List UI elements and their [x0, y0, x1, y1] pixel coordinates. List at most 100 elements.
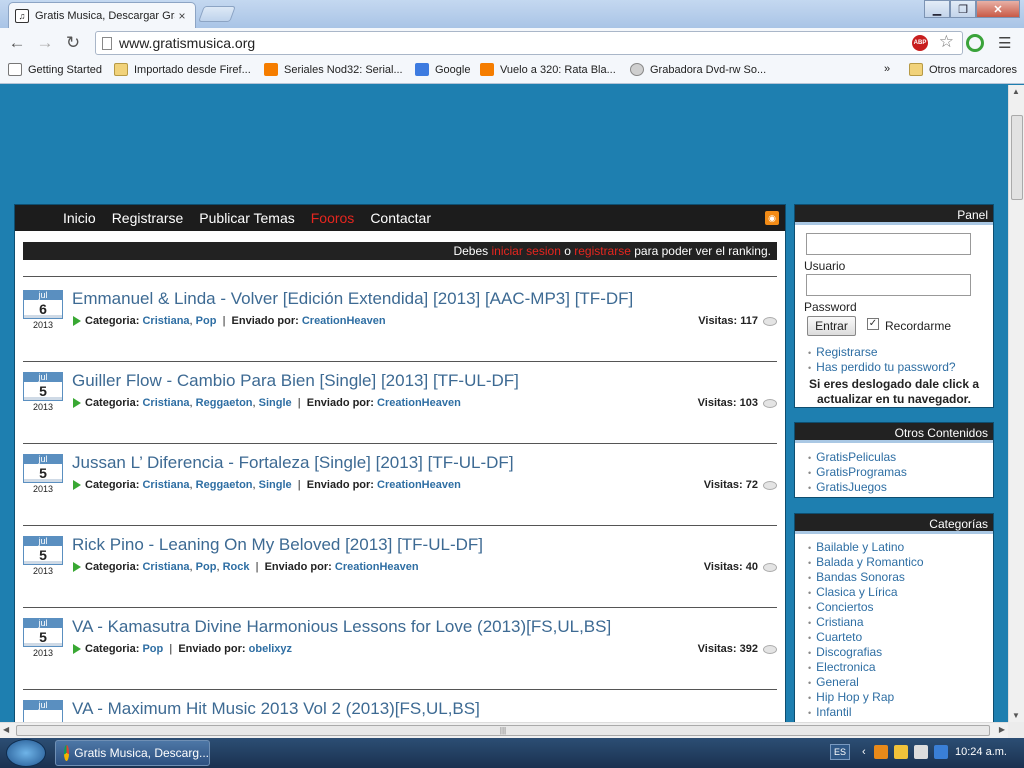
- category-link[interactable]: Pop: [142, 643, 163, 655]
- bookmark-item[interactable]: Seriales Nod32: Serial...: [264, 63, 403, 76]
- menu-icon[interactable]: ☰: [998, 34, 1011, 52]
- username-input[interactable]: [806, 233, 971, 255]
- scroll-left-icon[interactable]: ◀: [3, 725, 9, 734]
- login-button[interactable]: Entrar: [807, 316, 856, 336]
- scroll-thumb[interactable]: [1011, 115, 1023, 200]
- post-title[interactable]: VA - Maximum Hit Music 2013 Vol 2 (2013)…: [72, 699, 480, 719]
- new-tab-button[interactable]: [198, 6, 236, 22]
- visits-value: 72: [745, 479, 758, 491]
- forward-button[interactable]: →: [31, 29, 59, 57]
- nav-fooros[interactable]: Fooros: [311, 210, 355, 226]
- scroll-up-icon[interactable]: ▲: [1012, 87, 1020, 96]
- category-link[interactable]: Single: [259, 479, 292, 491]
- bookmark-item[interactable]: Vuelo a 320: Rata Bla...: [480, 63, 616, 76]
- category-link[interactable]: Single: [259, 397, 292, 409]
- post-title[interactable]: Guiller Flow - Cambio Para Bien [Single]…: [72, 371, 519, 391]
- bookmarks-overflow-button[interactable]: »: [884, 63, 890, 75]
- category-list-item[interactable]: Clasica y Lírica: [808, 585, 897, 599]
- tray-folder-icon[interactable]: [893, 745, 908, 759]
- author-link[interactable]: CreationHeaven: [335, 561, 419, 573]
- category-link[interactable]: Cristiana: [142, 479, 189, 491]
- register-link[interactable]: registrarse: [574, 244, 631, 258]
- date-month: jul: [23, 618, 63, 628]
- tab-close-icon[interactable]: ×: [175, 9, 189, 23]
- nav-registrarse[interactable]: Registrarse: [112, 210, 184, 226]
- category-link[interactable]: Cristiana: [142, 397, 189, 409]
- vertical-scrollbar[interactable]: ▲ ▼: [1008, 85, 1024, 722]
- author-link[interactable]: CreationHeaven: [377, 397, 461, 409]
- bookmark-item[interactable]: Getting Started: [8, 63, 102, 76]
- category-list-item[interactable]: Hip Hop y Rap: [808, 690, 894, 704]
- reload-button[interactable]: ↻: [59, 29, 87, 57]
- comment-icon[interactable]: [763, 316, 777, 326]
- nav-contactar[interactable]: Contactar: [370, 210, 431, 226]
- category-link[interactable]: Pop: [196, 315, 217, 327]
- scroll-right-icon[interactable]: ▶: [999, 725, 1005, 734]
- category-list-item[interactable]: Cuarteto: [808, 630, 862, 644]
- other-bookmarks[interactable]: Otros marcadores: [909, 63, 1017, 76]
- category-list-item[interactable]: Conciertos: [808, 600, 873, 614]
- category-list-item[interactable]: General: [808, 675, 859, 689]
- author-link[interactable]: CreationHeaven: [377, 479, 461, 491]
- date-year: 2013: [32, 402, 54, 412]
- bookmark-star-icon[interactable]: ☆: [939, 32, 954, 52]
- post-meta: Categoria: Cristiana, Reggaeton, Single …: [73, 397, 461, 409]
- forgot-password-link[interactable]: Has perdido tu password?: [808, 360, 955, 374]
- category-list-item[interactable]: Infantil: [808, 705, 851, 719]
- extension-icon[interactable]: [966, 34, 984, 52]
- post-title[interactable]: Rick Pino - Leaning On My Beloved [2013]…: [72, 535, 483, 555]
- login-link[interactable]: iniciar sesion: [492, 244, 561, 258]
- category-link[interactable]: Reggaeton: [196, 479, 253, 491]
- browser-tab[interactable]: ♫ Gratis Musica, Descargar Gra ×: [8, 2, 196, 28]
- scroll-thumb[interactable]: |||: [16, 725, 990, 736]
- restore-button[interactable]: ❐: [950, 0, 976, 18]
- adblock-icon[interactable]: ABP: [912, 35, 928, 51]
- category-link[interactable]: Rock: [223, 561, 250, 573]
- comment-icon[interactable]: [763, 398, 777, 408]
- minimize-button[interactable]: ▁: [924, 0, 950, 18]
- remember-checkbox[interactable]: ✓: [867, 318, 879, 330]
- password-input[interactable]: [806, 274, 971, 296]
- category-link[interactable]: Pop: [196, 561, 217, 573]
- link-gratisjuegos[interactable]: GratisJuegos: [808, 480, 887, 494]
- category-list-item[interactable]: Electronica: [808, 660, 875, 674]
- post-title[interactable]: VA - Kamasutra Divine Harmonious Lessons…: [72, 617, 611, 637]
- author-link[interactable]: obelixyz: [249, 643, 292, 655]
- category-link[interactable]: Cristiana: [142, 561, 189, 573]
- post-title[interactable]: Emmanuel & Linda - Volver [Edición Exten…: [72, 289, 633, 309]
- rss-icon[interactable]: ◉: [765, 211, 779, 225]
- tray-app-icon[interactable]: [873, 745, 888, 759]
- bookmark-item[interactable]: Importado desde Firef...: [114, 63, 251, 76]
- tray-network-icon[interactable]: [933, 745, 948, 759]
- tray-expand-icon[interactable]: ‹: [862, 746, 866, 758]
- category-list-item[interactable]: Discografias: [808, 645, 882, 659]
- nav-publicar-temas[interactable]: Publicar Temas: [199, 210, 294, 226]
- taskbar-chrome-button[interactable]: Gratis Musica, Descarg...: [55, 740, 210, 766]
- author-link[interactable]: CreationHeaven: [302, 315, 386, 327]
- link-gratisprogramas[interactable]: GratisProgramas: [808, 465, 907, 479]
- nav-inicio[interactable]: Inicio: [63, 210, 96, 226]
- bookmark-item[interactable]: Google: [415, 63, 470, 76]
- register-link[interactable]: Registrarse: [808, 345, 877, 359]
- comment-icon[interactable]: [763, 644, 777, 654]
- scroll-down-icon[interactable]: ▼: [1012, 711, 1020, 720]
- link-gratispeliculas[interactable]: GratisPeliculas: [808, 450, 896, 464]
- category-list-item[interactable]: Cristiana: [808, 615, 863, 629]
- language-indicator[interactable]: ES: [830, 744, 850, 760]
- category-list-item[interactable]: Bailable y Latino: [808, 540, 904, 554]
- category-list-item[interactable]: Bandas Sonoras: [808, 570, 905, 584]
- category-list-item[interactable]: Balada y Romantico: [808, 555, 923, 569]
- start-button[interactable]: [6, 739, 46, 767]
- address-bar[interactable]: www.gratismusica.org ABP ☆: [95, 31, 963, 55]
- back-button[interactable]: ←: [3, 29, 31, 57]
- close-window-button[interactable]: ✕: [976, 0, 1020, 18]
- post-title[interactable]: Jussan L’ Diferencia - Fortaleza [Single…: [72, 453, 514, 473]
- category-link[interactable]: Reggaeton: [196, 397, 253, 409]
- comment-icon[interactable]: [763, 480, 777, 490]
- bookmark-item[interactable]: Grabadora Dvd-rw So...: [630, 63, 766, 76]
- clock[interactable]: 10:24 a.m.: [955, 746, 1007, 758]
- comment-icon[interactable]: [763, 562, 777, 572]
- horizontal-scrollbar[interactable]: ◀ ||| ▶: [0, 722, 1008, 738]
- category-link[interactable]: Cristiana: [142, 315, 189, 327]
- tray-z-icon[interactable]: [913, 745, 928, 759]
